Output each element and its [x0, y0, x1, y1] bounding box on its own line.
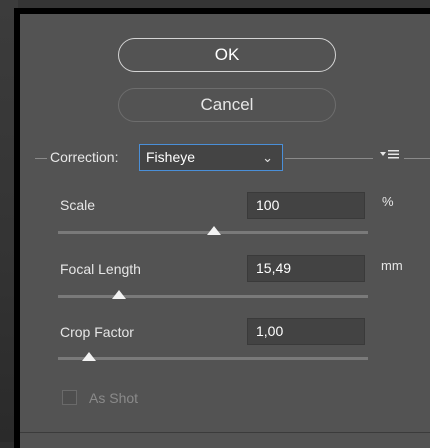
crop-factor-input[interactable]: 1,00 [247, 318, 365, 345]
cancel-button[interactable]: Cancel [118, 88, 336, 122]
focal-length-input[interactable]: 15,49 [247, 255, 365, 282]
scale-label: Scale [60, 197, 96, 213]
ok-button[interactable]: OK [118, 38, 336, 72]
divider-line [285, 158, 373, 159]
as-shot-label: As Shot [89, 390, 139, 406]
correction-select[interactable]: Fisheye ⌄ [139, 144, 283, 171]
correction-label: Correction: [50, 149, 119, 165]
scale-unit: % [382, 194, 394, 209]
crop-factor-slider-track[interactable] [58, 357, 368, 360]
divider-line [404, 158, 430, 159]
focal-length-slider-track[interactable] [58, 295, 368, 298]
as-shot-checkbox[interactable] [62, 390, 77, 405]
crop-factor-slider-thumb[interactable] [82, 352, 96, 361]
correction-row: Correction: Fisheye ⌄ [0, 144, 430, 172]
focal-length-label: Focal Length [60, 261, 141, 277]
divider-line [35, 158, 47, 159]
panel-menu-icon[interactable] [380, 148, 402, 163]
crop-factor-label: Crop Factor [60, 324, 134, 340]
focal-length-unit: mm [381, 258, 403, 273]
chevron-down-icon: ⌄ [262, 150, 273, 165]
bottom-divider [20, 432, 430, 433]
focal-length-slider-thumb[interactable] [112, 290, 126, 299]
correction-selected-value: Fisheye [146, 149, 196, 165]
scale-input[interactable]: 100 [247, 192, 365, 219]
scale-slider-thumb[interactable] [207, 226, 221, 235]
